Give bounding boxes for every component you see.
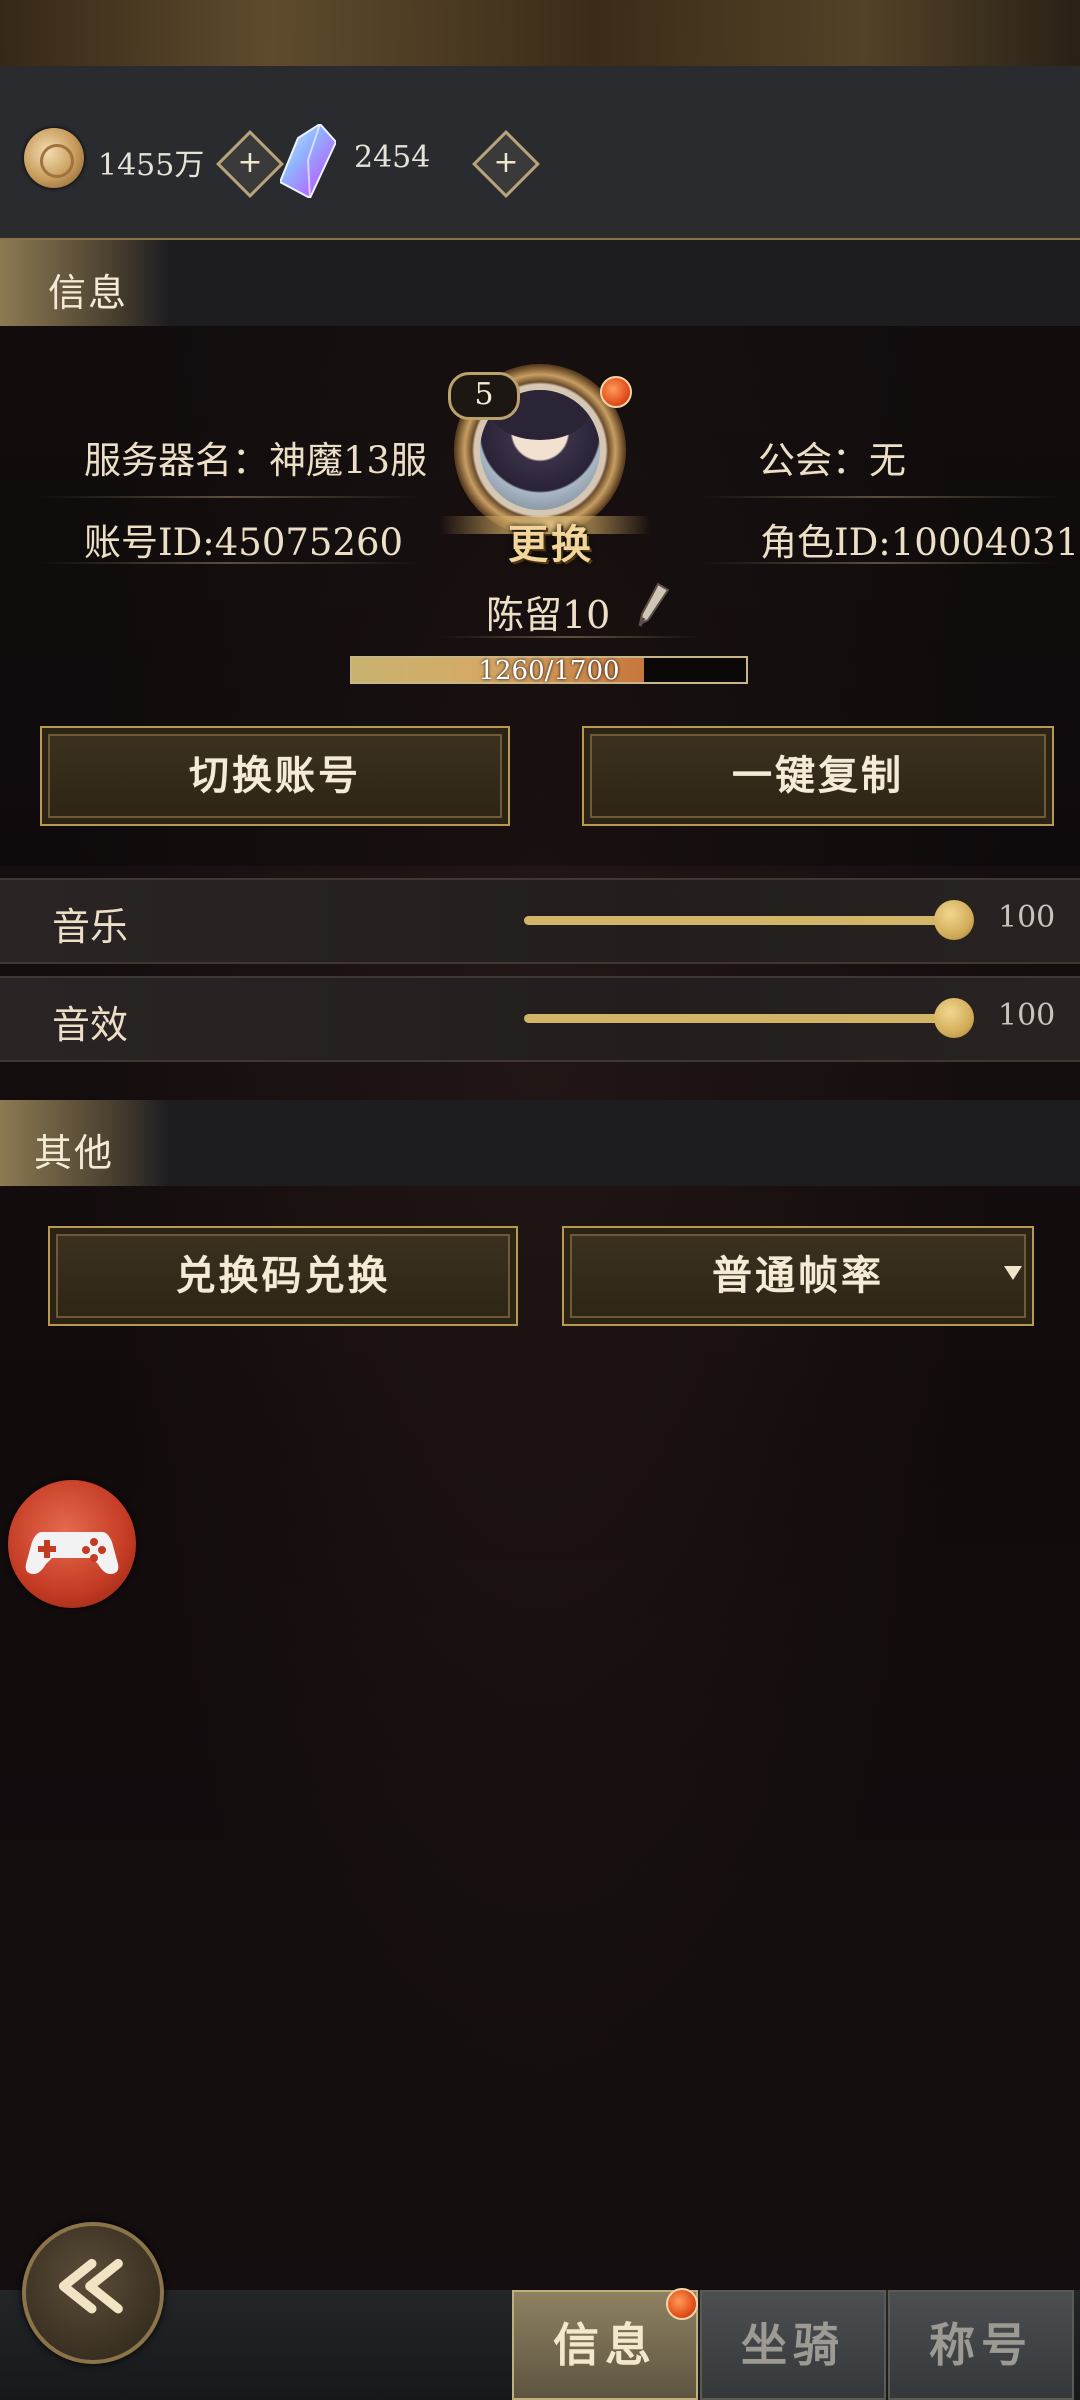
music-value: 100 [998,900,1056,935]
other-section-header: 其他 [0,1100,1080,1186]
pen-icon[interactable] [636,582,672,628]
level-badge: 5 [448,372,520,420]
settings-screen: 1455万 + 2454 + 信息 服务器名：神魔13服 公会：无 账号ID:4… [0,0,1080,2400]
sfx-slider-knob[interactable] [934,998,974,1038]
switch-account-label: 切换账号 [189,752,361,799]
divider [40,496,420,498]
sfx-row: 音效 100 [0,976,1080,1062]
music-slider-knob[interactable] [934,900,974,940]
tab-mount[interactable]: 坐骑 [700,2290,886,2400]
role-id: 角色ID:10004031 [760,521,1080,564]
music-row: 音乐 100 [0,878,1080,964]
other-section-title: 其他 [34,1131,115,1175]
crystal-amount: 2454 [354,140,431,175]
info-section-title: 信息 [48,271,129,315]
music-slider-track[interactable] [524,916,952,925]
guild-name: 公会：无 [758,439,906,482]
plus-icon: + [237,145,263,180]
info-section-header: 信息 [0,240,1080,326]
triangle-down-icon [1004,1266,1022,1280]
tab-mount-label: 坐骑 [741,2318,845,2372]
sfx-slider-track[interactable] [524,1014,952,1023]
divider [440,636,700,638]
switch-account-button[interactable]: 切换账号 [40,726,510,826]
sfx-value: 100 [998,998,1056,1033]
sfx-label: 音效 [52,1003,129,1047]
double-chevron-left-icon [58,2258,123,2314]
change-avatar-label[interactable]: 更换 [486,512,616,570]
crystal-icon [280,124,336,198]
redeem-code-button[interactable]: 兑换码兑换 [48,1226,518,1326]
divider [700,496,1060,498]
account-id: 账号ID:45075260 [84,521,404,564]
server-name: 服务器名：神魔13服 [84,439,428,482]
frame-rate-value: 普通帧率 [712,1252,884,1299]
coin-icon [24,128,84,188]
gamepad-icon [25,1532,119,1574]
experience-text: 1260/1700 [478,656,620,686]
back-button[interactable] [22,2222,164,2364]
copy-all-button[interactable]: 一键复制 [582,726,1054,826]
divider [40,562,420,564]
top-artwork-strip [0,0,1080,66]
notification-dot [600,376,632,408]
copy-all-label: 一键复制 [732,752,904,799]
tab-info-notification-dot [666,2288,698,2320]
gamepad-floating-button[interactable] [8,1480,136,1608]
music-label: 音乐 [52,905,129,949]
experience-bar: 1260/1700 [350,656,748,686]
coin-amount: 1455万 [98,148,205,183]
tab-title[interactable]: 称号 [888,2290,1074,2400]
frame-rate-select[interactable]: 普通帧率 [562,1226,1034,1326]
tab-title-label: 称号 [929,2318,1033,2372]
divider [700,562,1060,564]
plus-icon: + [493,145,519,180]
redeem-code-label: 兑换码兑换 [175,1252,391,1299]
player-name: 陈留10 [486,593,611,637]
